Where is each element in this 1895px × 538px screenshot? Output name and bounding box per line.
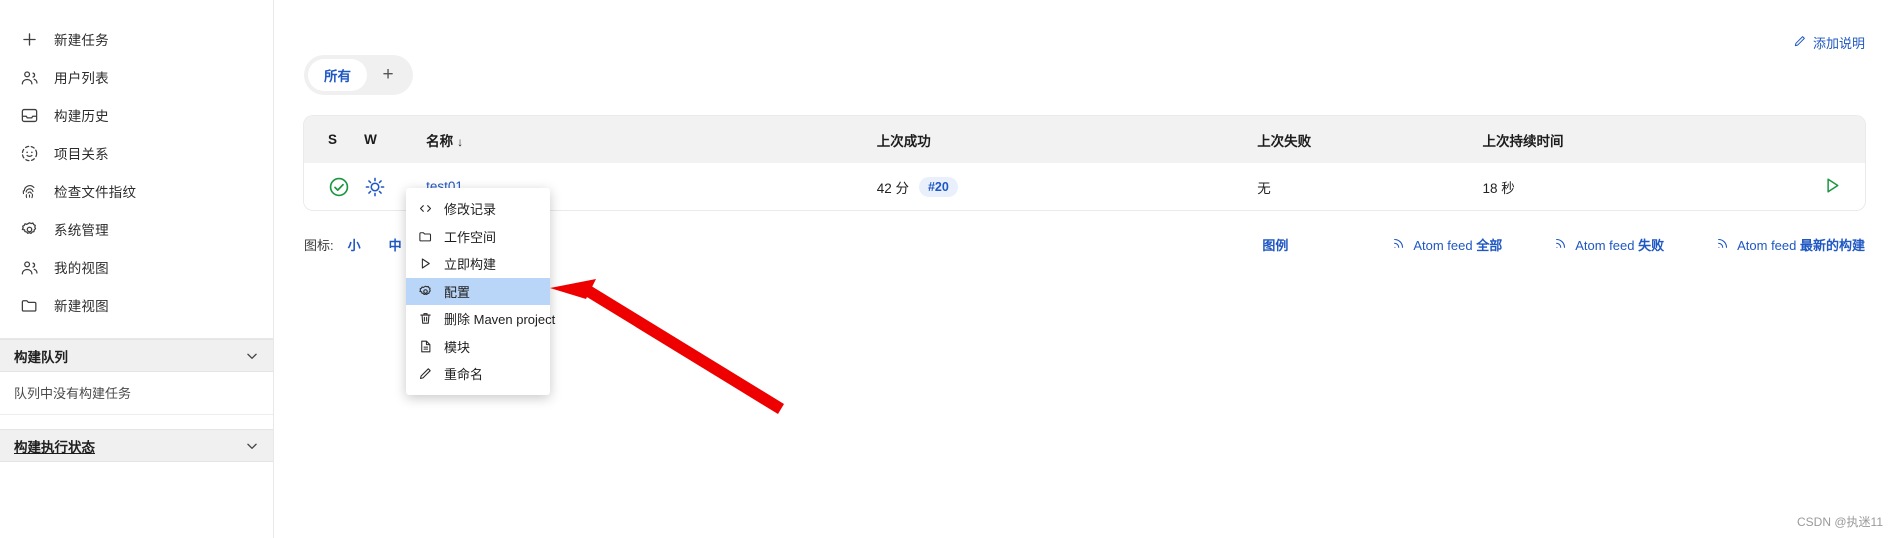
atom-feed-all[interactable]: Atom feed 全部 xyxy=(1392,235,1502,254)
column-header-name[interactable]: 名称 ↓ xyxy=(418,116,869,163)
cell-last-failure: 无 xyxy=(1249,163,1475,210)
context-menu-item-build-now[interactable]: 立即构建 xyxy=(406,250,550,278)
sidebar-item-label: 构建历史 xyxy=(54,109,109,124)
weather-sunny-icon xyxy=(364,176,410,198)
context-menu-item-changes[interactable]: 修改记录 xyxy=(406,195,550,223)
column-header-last-duration[interactable]: 上次持续时间 xyxy=(1474,116,1775,163)
column-header-status[interactable]: S xyxy=(304,116,357,163)
jenkins-dashboard: 新建任务 用户列表 构建历史 项目关系 检查文件指纹 系统管理 我的视图 新建视… xyxy=(0,0,1895,538)
last-success-time: 42 分 xyxy=(876,180,909,196)
sidebar-item-my-views[interactable]: 我的视图 xyxy=(0,248,273,286)
atom-feed-all-label: Atom feed 全部 xyxy=(1413,238,1503,253)
column-header-last-failure[interactable]: 上次失败 xyxy=(1249,116,1475,163)
gear-icon xyxy=(18,218,40,240)
add-description-link[interactable]: 添加说明 xyxy=(1793,33,1865,52)
column-header-actions xyxy=(1774,116,1865,163)
context-menu-item-label: 配置 xyxy=(444,284,471,300)
rss-icon xyxy=(1392,236,1406,253)
feeds-group: 图例 Atom feed 全部 Atom feed 失败 Atom feed 最… xyxy=(1262,235,1865,254)
context-menu-item-label: 立即构建 xyxy=(444,257,497,273)
context-menu-item-modules[interactable]: 模块 xyxy=(406,333,550,361)
build-queue-title: 构建队列 xyxy=(14,349,68,365)
sidebar-item-label: 新建任务 xyxy=(54,33,109,48)
sidebar-item-label: 用户列表 xyxy=(54,71,109,86)
watermark: CSDN @执迷11 xyxy=(1797,515,1883,529)
icon-size-label: 图标: xyxy=(304,238,334,253)
folder-icon xyxy=(18,294,40,316)
sidebar-item-fingerprint[interactable]: 检查文件指纹 xyxy=(0,172,273,210)
context-menu-item-rename[interactable]: 重命名 xyxy=(406,360,550,388)
sidebar-item-new-view[interactable]: 新建视图 xyxy=(0,286,273,324)
chevron-down-icon[interactable] xyxy=(245,439,259,453)
sidebar-item-label: 项目关系 xyxy=(54,147,109,162)
sidebar-item-label: 我的视图 xyxy=(54,261,109,276)
document-icon xyxy=(417,338,433,354)
context-menu-item-label: 模块 xyxy=(444,339,471,355)
play-icon xyxy=(417,256,433,272)
inbox-icon xyxy=(18,104,40,126)
cell-last-duration: 18 秒 xyxy=(1474,163,1775,210)
sidebar-item-label: 检查文件指纹 xyxy=(54,185,137,200)
pencil-icon xyxy=(1793,34,1807,51)
atom-feed-failed-label: Atom feed 失败 xyxy=(1575,238,1665,253)
column-header-last-success[interactable]: 上次成功 xyxy=(868,116,1250,163)
sidebar-item-users[interactable]: 用户列表 xyxy=(0,58,273,96)
legend-link[interactable]: 图例 xyxy=(1262,235,1288,254)
cell-build-action xyxy=(1774,163,1865,210)
atom-feed-failed[interactable]: Atom feed 失败 xyxy=(1554,235,1664,254)
sidebar: 新建任务 用户列表 构建历史 项目关系 检查文件指纹 系统管理 我的视图 新建视… xyxy=(0,0,274,538)
gear-icon xyxy=(417,283,433,299)
column-header-name-label: 名称 xyxy=(426,133,454,149)
sidebar-item-label: 系统管理 xyxy=(54,223,109,238)
last-success-build-badge[interactable]: #20 xyxy=(918,176,958,197)
sidebar-item-new-job[interactable]: 新建任务 xyxy=(0,20,273,58)
jobs-table-header-row: S W 名称 ↓ 上次成功 上次失败 上次持续时间 xyxy=(304,116,1865,163)
chevron-down-icon[interactable] xyxy=(245,349,259,363)
play-icon[interactable] xyxy=(1822,175,1843,196)
sort-ascending-icon: ↓ xyxy=(457,134,464,149)
folder-icon xyxy=(417,228,433,244)
atom-feed-latest[interactable]: Atom feed 最新的构建 xyxy=(1716,235,1865,254)
users-icon xyxy=(18,66,40,88)
rss-icon xyxy=(1716,236,1730,253)
context-menu-item-label: 工作空间 xyxy=(444,229,497,245)
users-icon xyxy=(18,256,40,278)
trash-icon xyxy=(417,311,433,327)
context-menu-item-label: 修改记录 xyxy=(444,202,497,218)
build-executor-title: 构建执行状态 xyxy=(14,439,95,455)
context-menu-item-label: 删除 Maven project xyxy=(444,312,556,328)
sidebar-item-manage-jenkins[interactable]: 系统管理 xyxy=(0,210,273,248)
add-description-label: 添加说明 xyxy=(1812,36,1865,51)
code-icon xyxy=(417,201,433,217)
plus-icon xyxy=(18,28,40,50)
fingerprint-icon xyxy=(18,180,40,202)
sidebar-item-build-history[interactable]: 构建历史 xyxy=(0,96,273,134)
build-executor-header[interactable]: 构建执行状态 xyxy=(0,429,273,462)
context-menu-item-delete[interactable]: 删除 Maven project xyxy=(406,305,555,333)
build-queue-empty-text: 队列中没有构建任务 xyxy=(0,372,273,415)
sidebar-nav: 新建任务 用户列表 构建历史 项目关系 检查文件指纹 系统管理 我的视图 新建视… xyxy=(0,0,273,324)
sidebar-item-project-relationship[interactable]: 项目关系 xyxy=(0,134,273,172)
view-tab-bar: 所有 + xyxy=(304,55,413,95)
jobs-table-head: S W 名称 ↓ 上次成功 上次失败 上次持续时间 xyxy=(304,116,1865,163)
rss-icon xyxy=(1554,236,1568,253)
context-menu-item-configure[interactable]: 配置 xyxy=(406,277,550,305)
pencil-icon xyxy=(417,366,433,382)
column-header-weather[interactable]: W xyxy=(356,116,419,163)
success-check-icon xyxy=(328,176,349,198)
sidebar-item-label: 新建视图 xyxy=(54,299,109,314)
add-view-tab-button[interactable]: + xyxy=(367,59,409,91)
last-success-group: 42 分 #20 xyxy=(876,176,1241,197)
context-menu-item-label: 重命名 xyxy=(444,367,484,383)
atom-feed-latest-label: Atom feed 最新的构建 xyxy=(1737,238,1865,253)
tab-all[interactable]: 所有 xyxy=(308,59,367,91)
job-context-menu: 修改记录 工作空间 立即构建 配置 删除 Maven project 模块 重命… xyxy=(406,188,555,395)
icon-size-small[interactable]: 小 xyxy=(348,235,361,254)
build-queue-header[interactable]: 构建队列 xyxy=(0,339,273,372)
cell-last-success: 42 分 #20 xyxy=(868,163,1250,210)
relations-icon xyxy=(18,142,40,164)
cell-status xyxy=(304,163,357,210)
context-menu-item-workspace[interactable]: 工作空间 xyxy=(406,223,550,251)
icon-size-medium[interactable]: 中 xyxy=(389,235,402,254)
